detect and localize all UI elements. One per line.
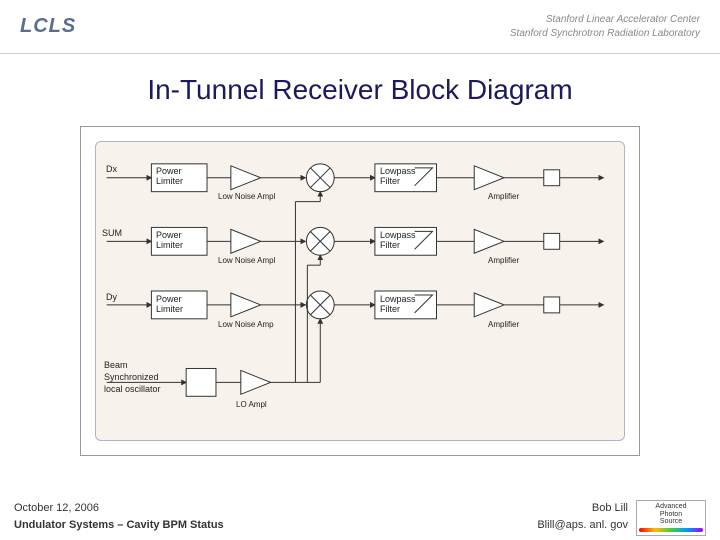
lna-label-3: Low Noise Amp (218, 320, 274, 329)
footer-date: October 12, 2006 (14, 500, 537, 517)
lna-label-1: Low Noise Ampl (218, 192, 275, 201)
amp-label-1: Amplifier (488, 192, 519, 201)
amp-label-3: Amplifier (488, 320, 519, 329)
lab-names: Stanford Linear Accelerator Center Stanf… (510, 13, 700, 41)
amp-label-2: Amplifier (488, 256, 519, 265)
power-limiter-1: Power Limiter (156, 167, 183, 187)
lna-label-2: Low Noise Ampl (218, 256, 275, 265)
footer-subtitle: Undulator Systems – Cavity BPM Status (14, 517, 537, 534)
lowpass-3: Lowpass Filter (380, 295, 416, 315)
osc-label-2: Synchronized (104, 372, 159, 382)
input-sum: SUM (102, 228, 122, 238)
aps-logo: Advanced Photon Source (636, 500, 706, 536)
power-limiter-3: Power Limiter (156, 295, 183, 315)
input-dx: Dx (106, 164, 117, 174)
lab-name-2: Stanford Synchrotron Radiation Laborator… (510, 27, 700, 41)
diagram-inner: Dx SUM Dy Power Limiter Power Limiter Po… (95, 141, 625, 441)
footer-left: October 12, 2006 Undulator Systems – Cav… (14, 500, 537, 533)
aps-stripe-icon (639, 528, 703, 532)
aps-2: Photon (639, 511, 703, 519)
diagram-container: Dx SUM Dy Power Limiter Power Limiter Po… (80, 126, 640, 456)
osc-label-1: Beam (104, 360, 128, 370)
footer-author: Bob Lill (537, 500, 628, 517)
lo-ampl-label: LO Ampl (236, 400, 267, 409)
lcls-logo: LCLS (20, 15, 76, 38)
page-title: In-Tunnel Receiver Block Diagram (0, 74, 720, 106)
input-dy: Dy (106, 292, 117, 302)
lowpass-1: Lowpass Filter (380, 167, 416, 187)
footer-email: Blill@aps. anl. gov (537, 517, 628, 534)
aps-3: Source (639, 518, 703, 526)
slide-header: LCLS Stanford Linear Accelerator Center … (0, 0, 720, 54)
lowpass-2: Lowpass Filter (380, 231, 416, 251)
lab-name-1: Stanford Linear Accelerator Center (510, 13, 700, 27)
osc-label-3: local oscillator (104, 384, 161, 394)
slide-footer: October 12, 2006 Undulator Systems – Cav… (0, 496, 720, 540)
aps-1: Advanced (639, 503, 703, 511)
power-limiter-2: Power Limiter (156, 231, 183, 251)
footer-right: Bob Lill Blill@aps. anl. gov (537, 500, 628, 533)
